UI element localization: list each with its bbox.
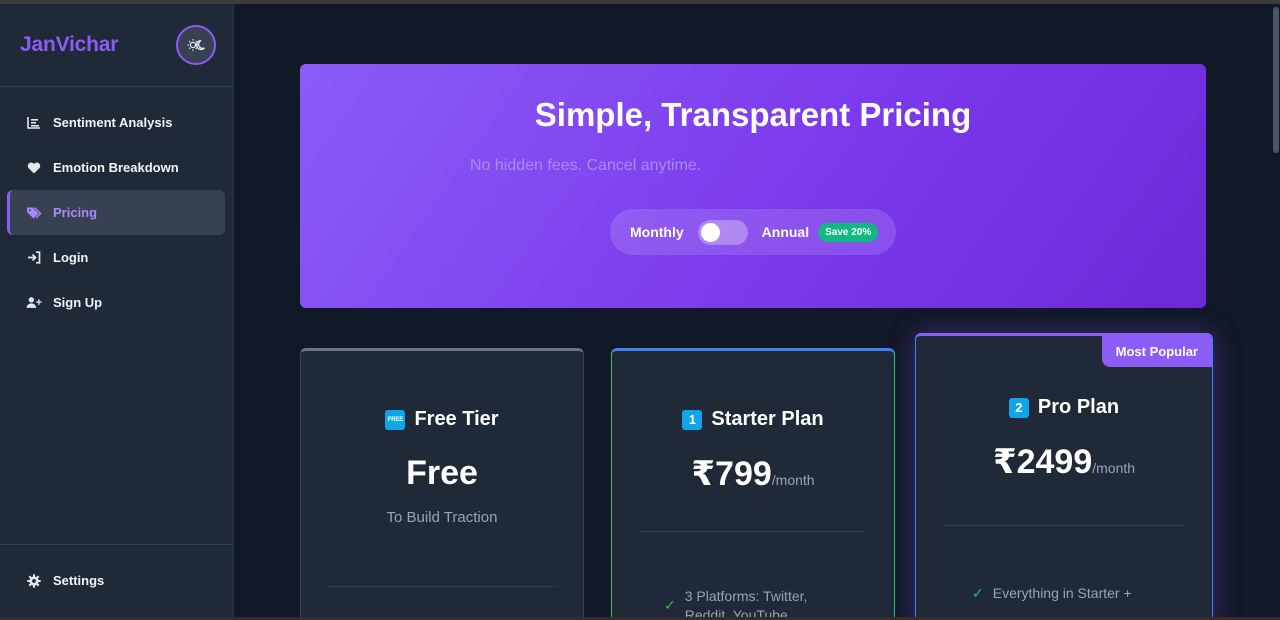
check-icon: ✓ — [664, 597, 676, 613]
brand-logo[interactable]: JanVichar — [20, 33, 118, 57]
sidebar-item-login[interactable]: Login — [7, 235, 225, 280]
plan-name: Pro Plan — [1037, 396, 1120, 418]
billing-toggle: Monthly Annual Save 20% — [610, 209, 896, 255]
billing-monthly-label[interactable]: Monthly — [630, 224, 684, 240]
sidebar-footer: Settings — [0, 544, 233, 620]
keycap-two-icon: 2 — [1008, 397, 1029, 418]
feature-item: ✓ Everything in Starter + — [972, 584, 1172, 603]
sidebar-header: JanVichar — [0, 4, 233, 87]
save-badge: Save 20% — [818, 222, 879, 242]
sidebar-item-label: Emotion Breakdown — [53, 160, 179, 175]
switch-knob — [700, 222, 720, 242]
plan-price: ₹799/month — [612, 454, 894, 494]
gear-icon — [26, 573, 42, 589]
plan-card-free: FREE Free Tier Free To Build Traction — [300, 348, 584, 620]
sidebar-item-label: Settings — [53, 573, 105, 588]
divider — [640, 531, 866, 532]
divider — [327, 586, 557, 587]
sidebar-item-label: Login — [53, 250, 89, 265]
most-popular-badge: Most Popular — [1101, 336, 1212, 367]
bar-chart-icon — [26, 115, 42, 131]
price-value: ₹2499 — [992, 443, 1093, 481]
price-period: /month — [1092, 460, 1136, 476]
user-plus-icon — [26, 295, 42, 311]
price-period: /month — [771, 472, 815, 488]
sidebar-item-label: Sentiment Analysis — [53, 115, 173, 130]
plan-title: 1 Starter Plan — [612, 408, 894, 431]
sidebar-item-sign-up[interactable]: Sign Up — [7, 280, 225, 325]
sidebar-item-pricing[interactable]: Pricing — [7, 190, 225, 235]
feature-item: ✓ 3 Platforms: Twitter, Reddit, YouTube — [664, 587, 834, 620]
billing-switch[interactable] — [697, 219, 748, 245]
sidebar: JanVichar Sentiment Analysis Emotion Bre… — [0, 4, 234, 620]
plan-tagline: To Build Traction — [386, 509, 498, 526]
plan-title: 2 Pro Plan — [916, 396, 1212, 419]
sidebar-item-label: Sign Up — [53, 295, 103, 310]
sidebar-item-emotion-breakdown[interactable]: Emotion Breakdown — [7, 145, 225, 190]
check-icon: ✓ — [972, 585, 984, 601]
price-value: ₹799 — [691, 455, 772, 493]
sidebar-item-sentiment-analysis[interactable]: Sentiment Analysis — [7, 100, 225, 145]
sun-moon-icon — [187, 39, 205, 51]
price-value: Free — [406, 454, 478, 492]
plan-name: Free Tier — [414, 408, 499, 430]
plan-card-starter: 1 Starter Plan ₹799/month ✓ 3 Platforms:… — [611, 348, 895, 620]
plan-price: Free — [301, 454, 583, 493]
tags-icon — [26, 205, 42, 221]
feature-text: 3 Platforms: Twitter, Reddit, YouTube — [684, 588, 808, 620]
page-title: Simple, Transparent Pricing — [534, 96, 972, 133]
page-scrollbar[interactable] — [1272, 4, 1280, 154]
billing-annual-label[interactable]: Annual — [762, 224, 809, 240]
sidebar-item-label: Pricing — [53, 205, 98, 220]
keycap-one-icon: 1 — [682, 409, 703, 430]
plan-title: FREE Free Tier — [301, 408, 583, 431]
sign-in-icon — [26, 250, 42, 266]
scrollbar-thumb[interactable] — [1273, 7, 1279, 153]
heart-icon — [26, 160, 42, 176]
plan-price: ₹2499/month — [916, 442, 1212, 482]
sidebar-item-settings[interactable]: Settings — [7, 558, 225, 603]
plan-name: Starter Plan — [711, 408, 824, 430]
plan-card-pro: Most Popular 2 Pro Plan ₹2499/month ✓ Ev… — [915, 333, 1213, 620]
divider — [944, 525, 1184, 526]
free-badge-icon: FREE — [385, 409, 406, 430]
sidebar-nav: Sentiment Analysis Emotion Breakdown Pri… — [0, 87, 233, 325]
feature-text: Everything in Starter + — [992, 585, 1132, 601]
page-subtitle: No hidden fees. Cancel anytime. — [470, 157, 702, 174]
theme-toggle-button[interactable] — [176, 25, 216, 65]
pricing-hero: Simple, Transparent Pricing No hidden fe… — [300, 64, 1206, 308]
